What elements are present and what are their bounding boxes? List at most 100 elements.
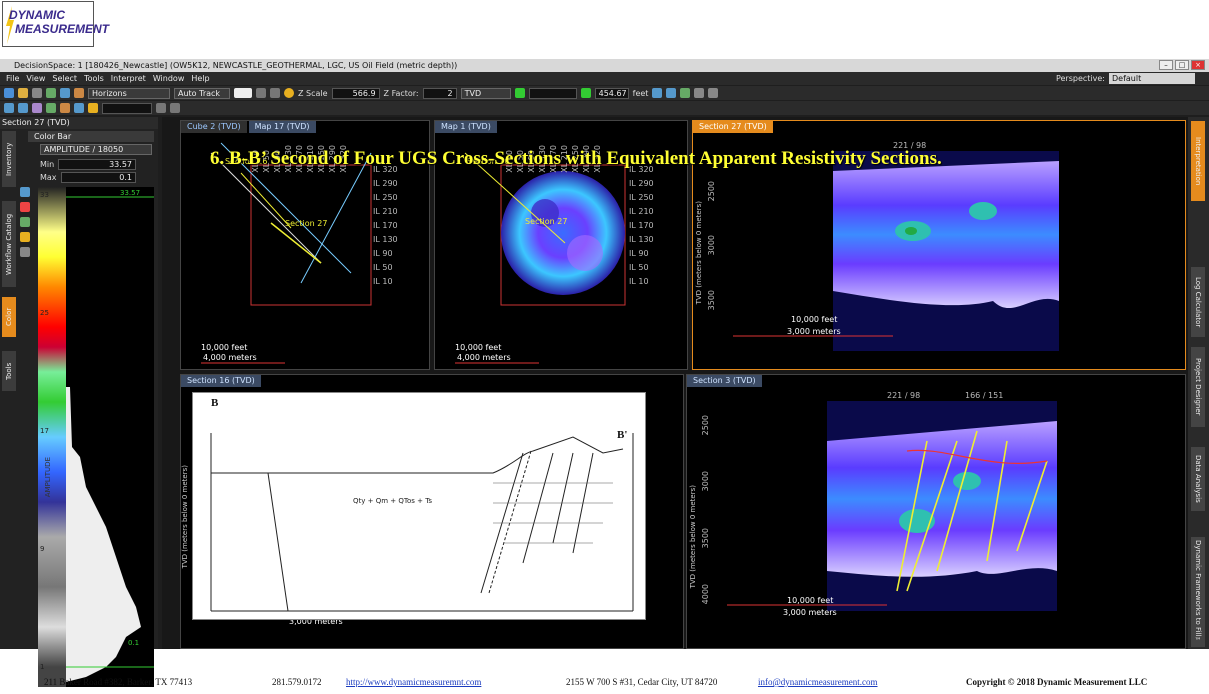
new-icon[interactable] (4, 88, 14, 98)
tab-interpretation[interactable]: Interpretation (1191, 121, 1205, 201)
menu-select[interactable]: Select (52, 72, 77, 85)
tab-data-analysis[interactable]: Data Analysis (1191, 447, 1205, 511)
il-ticks: IL 320 IL 290 IL 250 IL 210 IL 170 IL 13… (373, 165, 398, 286)
tab-tools[interactable]: Tools (2, 351, 16, 391)
minimize-button[interactable]: – (1159, 60, 1173, 70)
il-ticks: IL 320 IL 290 IL 250 IL 210 IL 170 IL 13… (629, 165, 654, 286)
tab-project-designer[interactable]: Project Designer (1191, 347, 1205, 427)
menu-interpret[interactable]: Interpret (111, 72, 146, 85)
redo-icon[interactable] (270, 88, 280, 98)
save-icon[interactable] (32, 88, 42, 98)
reset-icon[interactable] (20, 247, 30, 257)
il-tick: IL 130 (373, 235, 398, 244)
footer-website-link[interactable]: http://www.dynamicmeasuremnt.com (346, 677, 481, 687)
flip-icon[interactable] (20, 202, 30, 212)
menu-view[interactable]: View (26, 72, 45, 85)
scale-meters: 4,000 meters (203, 353, 257, 362)
scale-feet: 10,000 feet (791, 315, 838, 324)
tvd-dropdown[interactable]: TVD (460, 87, 511, 99)
crosshair-icon[interactable] (60, 88, 70, 98)
il-tick: IL 250 (373, 193, 398, 202)
tool-value-field[interactable] (102, 102, 152, 114)
tile-icon[interactable] (708, 88, 719, 98)
perspective-selector: Perspective: Default (1056, 73, 1195, 84)
step-back-icon[interactable] (514, 88, 525, 98)
depth-tick: 3000 (701, 471, 710, 492)
il-tick: IL 90 (629, 249, 649, 258)
auto-track-dropdown[interactable]: Auto Track (174, 87, 230, 99)
menu-window[interactable]: Window (153, 72, 185, 85)
tab-map-1[interactable]: Map 1 (TVD) (435, 121, 497, 133)
fault-icon[interactable] (60, 103, 70, 113)
footer-address-tx: 211 Baker Road #382, Barker, TX 77413 (44, 677, 193, 687)
histogram-icon[interactable] (20, 217, 30, 227)
max-field[interactable]: 0.1 (60, 172, 136, 183)
pan-icon[interactable] (18, 103, 28, 113)
menu-help[interactable]: Help (191, 72, 209, 85)
ruler-icon[interactable] (170, 103, 180, 113)
menu-tools[interactable]: Tools (84, 72, 104, 85)
align-icon[interactable] (156, 103, 166, 113)
lock-icon[interactable] (20, 232, 30, 242)
sun-icon[interactable] (284, 88, 294, 98)
zfactor-field[interactable]: 2 (422, 87, 457, 99)
palette-icon[interactable] (20, 187, 30, 197)
tab-inventory[interactable]: Inventory (2, 131, 16, 187)
scale-feet: 10,000 feet (787, 596, 834, 605)
footer-address-ut: 2155 W 700 S #31, Cedar City, UT 84720 (566, 677, 718, 687)
depth-tick: 4000 (701, 584, 710, 605)
gear-icon[interactable] (88, 103, 98, 113)
tab-section-3[interactable]: Section 3 (TVD) (687, 375, 762, 387)
maximize-button[interactable]: □ (1175, 60, 1189, 70)
tab-log-calculator[interactable]: Log Calculator (1191, 267, 1205, 337)
color-scale-ticks: 33 25 17 9 1 (40, 191, 64, 671)
menu-file[interactable]: File (6, 72, 19, 85)
tab-dynamic-frameworks[interactable]: Dynamic Frameworks to Fill™ (1191, 537, 1205, 647)
il-tick: IL 290 (373, 179, 398, 188)
color-bar-title: Color Bar (28, 131, 154, 142)
scale-meters: 4,000 meters (457, 353, 511, 362)
tab-map-17[interactable]: Map 17 (TVD) (248, 121, 316, 133)
refresh-icon[interactable] (680, 88, 691, 98)
undo-icon[interactable] (256, 88, 266, 98)
scale-tick: 17 (40, 427, 49, 435)
max-label: Max (40, 173, 57, 182)
tab-workflow-catalog[interactable]: Workflow Catalog (2, 201, 16, 287)
pencil-icon[interactable] (74, 88, 84, 98)
left-panel: Section 27 (TVD) Inventory Workflow Cata… (0, 117, 158, 687)
top-marker: 33.57 (120, 189, 141, 197)
horizons-dropdown[interactable]: Horizons (88, 87, 170, 99)
zoom-icon[interactable] (32, 103, 42, 113)
geologic-cross-section-image: B B' Qty + Qm + QTos + Ts (192, 392, 646, 620)
menu-bar: File View Select Tools Interpret Window … (0, 72, 1209, 85)
close-button[interactable]: × (1191, 60, 1205, 70)
tab-section-16[interactable]: Section 16 (TVD) (181, 375, 261, 387)
attribute-dropdown[interactable]: AMPLITUDE / 18050 (40, 144, 152, 155)
scale-meters: 3,000 meters (783, 608, 837, 617)
pane-section-3[interactable]: Section 3 (TVD) 221 / 98 166 / 151 TVD (… (686, 374, 1186, 649)
layers-icon[interactable] (46, 88, 56, 98)
tab-cube-2[interactable]: Cube 2 (TVD) (181, 121, 247, 133)
tab-color[interactable]: Color (2, 297, 16, 337)
fault-section-canvas[interactable] (827, 401, 1057, 611)
depth-ticks: 2500 3000 3500 4000 (701, 415, 710, 604)
open-icon[interactable] (18, 88, 28, 98)
depth-tick: 3000 (707, 235, 716, 256)
step-forward-icon[interactable] (580, 88, 591, 98)
select-icon[interactable] (4, 103, 14, 113)
home-icon[interactable] (652, 88, 663, 98)
perspective-dropdown[interactable]: Default (1109, 73, 1195, 84)
feet-field[interactable]: 454.67 (594, 87, 629, 99)
pick-icon[interactable] (46, 103, 56, 113)
footer-email-link[interactable]: info@dynamicmeasurement.com (758, 677, 878, 687)
unit-formula: Qty + Qm + QTos + Ts (353, 497, 432, 505)
color-swatch[interactable] (234, 88, 252, 98)
left-panel-title: Section 27 (TVD) (0, 117, 158, 129)
zscale-field[interactable]: 566.9 (331, 87, 380, 99)
bookmark-icon[interactable] (666, 88, 677, 98)
grid-icon[interactable] (74, 103, 84, 113)
min-field[interactable]: 33.57 (58, 159, 136, 170)
window-layout-icon[interactable] (694, 88, 705, 98)
slice-field[interactable] (528, 87, 577, 99)
tab-section-27[interactable]: Section 27 (TVD) (693, 121, 773, 133)
